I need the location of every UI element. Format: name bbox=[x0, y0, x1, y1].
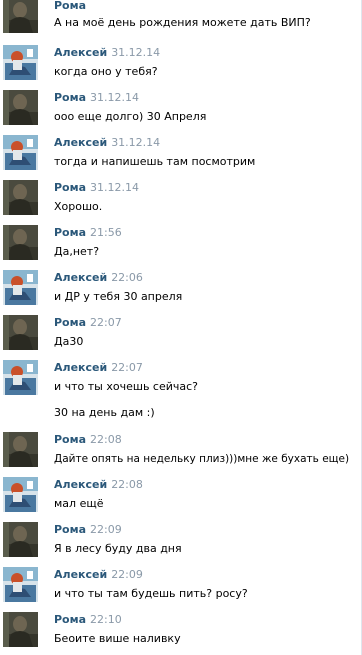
message-header: Алексей 22:07 bbox=[54, 361, 143, 375]
message-text: А на моё день рождения можете дать ВИП? bbox=[54, 16, 311, 29]
author-link[interactable]: Рома bbox=[54, 613, 86, 626]
chat-history: Рома А на моё день рождения можете дать … bbox=[0, 0, 362, 655]
message-row: Рома 21:56 Да,нет? bbox=[0, 225, 361, 263]
avatar-alexey[interactable] bbox=[3, 135, 38, 170]
avatar-roma[interactable] bbox=[3, 90, 38, 125]
avatar-alexey[interactable] bbox=[3, 270, 38, 305]
message-row: Алексей 22:08 мал ещё bbox=[0, 477, 361, 515]
message-time[interactable]: 31.12.14 bbox=[90, 181, 139, 194]
message-text: когда оно у тебя? bbox=[54, 65, 158, 78]
message-text: Дайте опять на недельку плиз)))мне же бу… bbox=[54, 453, 350, 465]
author-link[interactable]: Рома bbox=[54, 91, 86, 104]
avatar-alexey[interactable] bbox=[3, 567, 38, 602]
message-text: Да30 bbox=[54, 335, 84, 348]
message-row: Рома 22:10 Беоите више наливку bbox=[0, 612, 361, 650]
message-header: Алексей 22:08 bbox=[54, 478, 143, 492]
message-text: тогда и напишешь там посмотрим bbox=[54, 155, 256, 168]
avatar-alexey[interactable] bbox=[3, 477, 38, 512]
message-row: Рома 22:07 Да30 bbox=[0, 315, 361, 353]
message-header: Рома 31.12.14 bbox=[54, 181, 139, 195]
author-link[interactable]: Рома bbox=[54, 226, 86, 239]
author-link[interactable]: Алексей bbox=[54, 361, 107, 374]
avatar-roma[interactable] bbox=[3, 180, 38, 215]
avatar-alexey[interactable] bbox=[3, 360, 38, 395]
message-header: Алексей 31.12.14 bbox=[54, 46, 160, 60]
message-row: Рома А на моё день рождения можете дать … bbox=[0, 0, 361, 36]
author-link[interactable]: Алексей bbox=[54, 568, 107, 581]
message-text: Да,нет? bbox=[54, 245, 100, 258]
author-link[interactable]: Алексей bbox=[54, 478, 107, 491]
message-row: Алексей 22:07 и что ты хочешь сейчас? bbox=[0, 360, 361, 398]
message-time[interactable]: 22:06 bbox=[111, 271, 143, 284]
message-header: Алексей 22:06 bbox=[54, 271, 143, 285]
author-link[interactable]: Алексей bbox=[54, 271, 107, 284]
message-row: Рома 22:09 Я в лесу буду два дня bbox=[0, 522, 361, 560]
message-text: Беоите више наливку bbox=[54, 632, 181, 645]
author-link[interactable]: Рома bbox=[54, 523, 86, 536]
message-row: Алексей 22:09 и что ты там будешь пить? р… bbox=[0, 567, 361, 605]
message-text: Хорошо. bbox=[54, 200, 103, 213]
message-header: Рома 31.12.14 bbox=[54, 91, 139, 105]
message-row: 30 на день дам :) bbox=[0, 406, 361, 424]
message-row: Рома 31.12.14 ооо еще долго) 30 Апреля bbox=[0, 90, 361, 128]
message-time[interactable]: 22:07 bbox=[90, 316, 122, 329]
message-time[interactable]: 21:56 bbox=[90, 226, 122, 239]
message-row: Алексей 31.12.14 тогда и напишешь там пос… bbox=[0, 135, 361, 173]
message-time[interactable]: 22:07 bbox=[111, 361, 143, 374]
message-header: Рома 22:10 bbox=[54, 613, 122, 627]
message-header: Алексей 22:09 bbox=[54, 568, 143, 582]
message-time[interactable]: 22:09 bbox=[111, 568, 143, 581]
message-row: Рома 31.12.14 Хорошо. bbox=[0, 180, 361, 218]
author-link[interactable]: Рома bbox=[54, 316, 86, 329]
message-row: Алексей 31.12.14 когда оно у тебя? bbox=[0, 45, 361, 83]
message-row: Алексей 22:06 и ДР у тебя 30 апреля bbox=[0, 270, 361, 308]
message-header: Рома 22:09 bbox=[54, 523, 122, 537]
avatar-roma[interactable] bbox=[3, 225, 38, 260]
author-link[interactable]: Рома bbox=[54, 181, 86, 194]
message-header: Рома 22:08 bbox=[54, 433, 122, 447]
avatar-alexey[interactable] bbox=[3, 45, 38, 80]
avatar-roma[interactable] bbox=[3, 315, 38, 350]
author-link[interactable]: Алексей bbox=[54, 136, 107, 149]
message-text: мал ещё bbox=[54, 497, 104, 510]
avatar-roma[interactable] bbox=[3, 522, 38, 557]
message-text: и ДР у тебя 30 апреля bbox=[54, 290, 183, 303]
message-time[interactable]: 22:08 bbox=[90, 433, 122, 446]
message-row: Рома 22:08 Дайте опять на недельку плиз))… bbox=[0, 432, 361, 470]
message-text: и что ты там будешь пить? росу? bbox=[54, 587, 248, 600]
avatar-roma[interactable] bbox=[3, 432, 38, 467]
author-link[interactable]: Алексей bbox=[54, 46, 107, 59]
message-header: Рома 21:56 bbox=[54, 226, 122, 240]
author-link[interactable]: Рома bbox=[54, 433, 86, 446]
message-time[interactable]: 22:08 bbox=[111, 478, 143, 491]
message-time[interactable]: 31.12.14 bbox=[90, 91, 139, 104]
author-link[interactable]: Рома bbox=[54, 0, 86, 12]
message-text: Я в лесу буду два дня bbox=[54, 542, 182, 555]
message-text: 30 на день дам :) bbox=[54, 406, 155, 419]
message-time[interactable]: 31.12.14 bbox=[111, 46, 160, 59]
avatar-roma[interactable] bbox=[3, 612, 38, 647]
message-header: Рома bbox=[54, 0, 86, 13]
message-header: Рома 22:07 bbox=[54, 316, 122, 330]
message-header: Алексей 31.12.14 bbox=[54, 136, 160, 150]
message-text: и что ты хочешь сейчас? bbox=[54, 380, 199, 393]
message-text: ооо еще долго) 30 Апреля bbox=[54, 110, 207, 123]
message-time[interactable]: 31.12.14 bbox=[111, 136, 160, 149]
message-time[interactable]: 22:10 bbox=[90, 613, 122, 626]
avatar-roma[interactable] bbox=[3, 0, 38, 33]
message-time[interactable]: 22:09 bbox=[90, 523, 122, 536]
